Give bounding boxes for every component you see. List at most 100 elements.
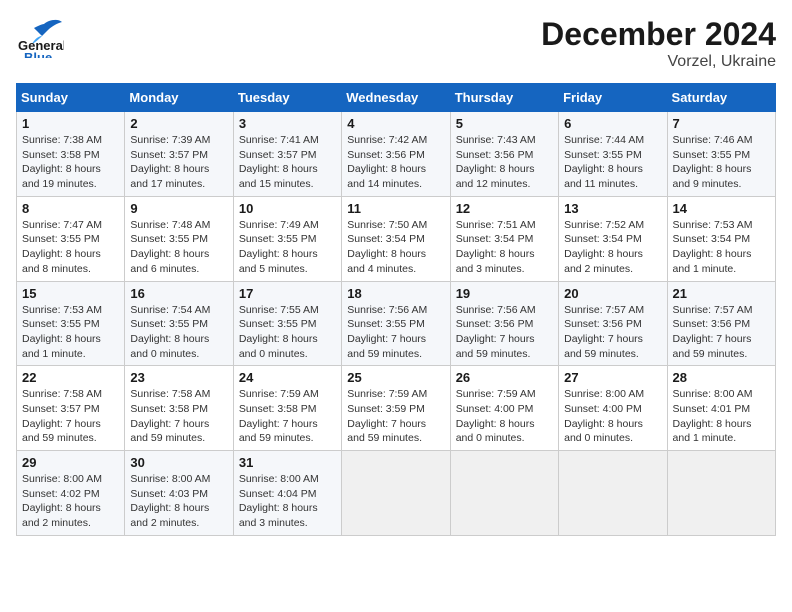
calendar-week-row: 22 Sunrise: 7:58 AMSunset: 3:57 PMDayligh… (17, 366, 776, 451)
day-number: 20 (564, 286, 661, 301)
day-info: Sunrise: 7:58 AMSunset: 3:57 PMDaylight:… (22, 387, 119, 446)
day-number: 2 (130, 116, 227, 131)
calendar-cell: 12Sunrise: 7:51 AMSunset: 3:54 PMDayligh… (450, 196, 558, 281)
day-info: Sunrise: 7:51 AMSunset: 3:54 PMDaylight:… (456, 218, 553, 277)
day-info: Sunrise: 7:50 AMSunset: 3:54 PMDaylight:… (347, 218, 444, 277)
day-info: Sunrise: 7:38 AMSunset: 3:58 PMDaylight:… (22, 133, 119, 192)
day-number: 3 (239, 116, 336, 131)
calendar-cell: 30 Sunrise: 8:00 AMSunset: 4:03 PMDayligh… (125, 451, 233, 536)
weekday-header: Monday (125, 84, 233, 112)
day-info: Sunrise: 7:57 AMSunset: 3:56 PMDaylight:… (564, 303, 661, 362)
weekday-header: Friday (559, 84, 667, 112)
calendar-body: 1Sunrise: 7:38 AMSunset: 3:58 PMDaylight… (17, 112, 776, 536)
day-info: Sunrise: 7:44 AMSunset: 3:55 PMDaylight:… (564, 133, 661, 192)
day-info: Sunrise: 8:00 AMSunset: 4:02 PMDaylight:… (22, 472, 119, 531)
day-info: Sunrise: 8:00 AMSunset: 4:03 PMDaylight:… (130, 472, 227, 531)
day-info: Sunrise: 8:00 AMSunset: 4:00 PMDaylight:… (564, 387, 661, 446)
day-info: Sunrise: 7:48 AMSunset: 3:55 PMDaylight:… (130, 218, 227, 277)
day-info: Sunrise: 7:53 AMSunset: 3:54 PMDaylight:… (673, 218, 770, 277)
day-info: Sunrise: 7:56 AMSunset: 3:55 PMDaylight:… (347, 303, 444, 362)
calendar-cell: 27 Sunrise: 8:00 AMSunset: 4:00 PMDayligh… (559, 366, 667, 451)
calendar-week-row: 1Sunrise: 7:38 AMSunset: 3:58 PMDaylight… (17, 112, 776, 197)
page-title: December 2024 (541, 16, 776, 53)
calendar-cell: 16 Sunrise: 7:54 AMSunset: 3:55 PMDayligh… (125, 281, 233, 366)
calendar-week-row: 15 Sunrise: 7:53 AMSunset: 3:55 PMDayligh… (17, 281, 776, 366)
day-number: 9 (130, 201, 227, 216)
calendar-cell: 1Sunrise: 7:38 AMSunset: 3:58 PMDaylight… (17, 112, 125, 197)
calendar-cell (667, 451, 775, 536)
day-number: 30 (130, 455, 227, 470)
calendar-cell: 28 Sunrise: 8:00 AMSunset: 4:01 PMDayligh… (667, 366, 775, 451)
day-info: Sunrise: 7:43 AMSunset: 3:56 PMDaylight:… (456, 133, 553, 192)
weekday-row: SundayMondayTuesdayWednesdayThursdayFrid… (17, 84, 776, 112)
calendar-cell: 6 Sunrise: 7:44 AMSunset: 3:55 PMDaylight… (559, 112, 667, 197)
calendar-cell: 26 Sunrise: 7:59 AMSunset: 4:00 PMDayligh… (450, 366, 558, 451)
calendar-cell: 24Sunrise: 7:59 AMSunset: 3:58 PMDayligh… (233, 366, 341, 451)
calendar-cell: 3Sunrise: 7:41 AMSunset: 3:57 PMDaylight… (233, 112, 341, 197)
day-number: 19 (456, 286, 553, 301)
calendar-cell: 9 Sunrise: 7:48 AMSunset: 3:55 PMDaylight… (125, 196, 233, 281)
day-number: 26 (456, 370, 553, 385)
calendar-cell (559, 451, 667, 536)
calendar-table: SundayMondayTuesdayWednesdayThursdayFrid… (16, 83, 776, 536)
day-number: 10 (239, 201, 336, 216)
weekday-header: Wednesday (342, 84, 450, 112)
day-info: Sunrise: 7:47 AMSunset: 3:55 PMDaylight:… (22, 218, 119, 277)
day-number: 31 (239, 455, 336, 470)
weekday-header: Sunday (17, 84, 125, 112)
calendar-cell: 10 Sunrise: 7:49 AMSunset: 3:55 PMDayligh… (233, 196, 341, 281)
calendar-cell: 5Sunrise: 7:43 AMSunset: 3:56 PMDaylight… (450, 112, 558, 197)
day-number: 25 (347, 370, 444, 385)
calendar-cell: 15 Sunrise: 7:53 AMSunset: 3:55 PMDayligh… (17, 281, 125, 366)
day-number: 6 (564, 116, 661, 131)
day-number: 22 (22, 370, 119, 385)
day-info: Sunrise: 7:49 AMSunset: 3:55 PMDaylight:… (239, 218, 336, 277)
weekday-header: Tuesday (233, 84, 341, 112)
calendar-cell: 19Sunrise: 7:56 AMSunset: 3:56 PMDayligh… (450, 281, 558, 366)
day-info: Sunrise: 7:39 AMSunset: 3:57 PMDaylight:… (130, 133, 227, 192)
weekday-header: Saturday (667, 84, 775, 112)
calendar-cell: 11Sunrise: 7:50 AMSunset: 3:54 PMDayligh… (342, 196, 450, 281)
calendar-cell: 25 Sunrise: 7:59 AMSunset: 3:59 PMDayligh… (342, 366, 450, 451)
day-info: Sunrise: 7:53 AMSunset: 3:55 PMDaylight:… (22, 303, 119, 362)
day-info: Sunrise: 7:54 AMSunset: 3:55 PMDaylight:… (130, 303, 227, 362)
day-info: Sunrise: 7:46 AMSunset: 3:55 PMDaylight:… (673, 133, 770, 192)
calendar-cell: 17 Sunrise: 7:55 AMSunset: 3:55 PMDayligh… (233, 281, 341, 366)
day-number: 4 (347, 116, 444, 131)
day-number: 27 (564, 370, 661, 385)
calendar-cell: 29 Sunrise: 8:00 AMSunset: 4:02 PMDayligh… (17, 451, 125, 536)
day-number: 15 (22, 286, 119, 301)
calendar-cell: 22 Sunrise: 7:58 AMSunset: 3:57 PMDayligh… (17, 366, 125, 451)
calendar-header: SundayMondayTuesdayWednesdayThursdayFrid… (17, 84, 776, 112)
day-number: 13 (564, 201, 661, 216)
day-number: 24 (239, 370, 336, 385)
calendar-cell: 2 Sunrise: 7:39 AMSunset: 3:57 PMDaylight… (125, 112, 233, 197)
day-info: Sunrise: 7:52 AMSunset: 3:54 PMDaylight:… (564, 218, 661, 277)
day-number: 23 (130, 370, 227, 385)
day-number: 14 (673, 201, 770, 216)
day-info: Sunrise: 8:00 AMSunset: 4:01 PMDaylight:… (673, 387, 770, 446)
day-number: 28 (673, 370, 770, 385)
svg-text:Blue: Blue (24, 50, 52, 58)
calendar-cell: 13 Sunrise: 7:52 AMSunset: 3:54 PMDayligh… (559, 196, 667, 281)
calendar-cell: 14 Sunrise: 7:53 AMSunset: 3:54 PMDayligh… (667, 196, 775, 281)
day-info: Sunrise: 7:58 AMSunset: 3:58 PMDaylight:… (130, 387, 227, 446)
day-number: 18 (347, 286, 444, 301)
day-number: 17 (239, 286, 336, 301)
day-info: Sunrise: 7:55 AMSunset: 3:55 PMDaylight:… (239, 303, 336, 362)
day-number: 21 (673, 286, 770, 301)
calendar-cell: 8 Sunrise: 7:47 AMSunset: 3:55 PMDaylight… (17, 196, 125, 281)
day-info: Sunrise: 7:59 AMSunset: 3:59 PMDaylight:… (347, 387, 444, 446)
day-info: Sunrise: 7:59 AMSunset: 4:00 PMDaylight:… (456, 387, 553, 446)
calendar-cell (342, 451, 450, 536)
day-number: 8 (22, 201, 119, 216)
day-info: Sunrise: 7:57 AMSunset: 3:56 PMDaylight:… (673, 303, 770, 362)
calendar-cell: 31 Sunrise: 8:00 AMSunset: 4:04 PMDayligh… (233, 451, 341, 536)
calendar-cell: 23 Sunrise: 7:58 AMSunset: 3:58 PMDayligh… (125, 366, 233, 451)
title-block: December 2024 Vorzel, Ukraine (541, 16, 776, 71)
day-number: 29 (22, 455, 119, 470)
day-info: Sunrise: 8:00 AMSunset: 4:04 PMDaylight:… (239, 472, 336, 531)
calendar-week-row: 8 Sunrise: 7:47 AMSunset: 3:55 PMDaylight… (17, 196, 776, 281)
calendar-cell: 21 Sunrise: 7:57 AMSunset: 3:56 PMDayligh… (667, 281, 775, 366)
day-number: 16 (130, 286, 227, 301)
